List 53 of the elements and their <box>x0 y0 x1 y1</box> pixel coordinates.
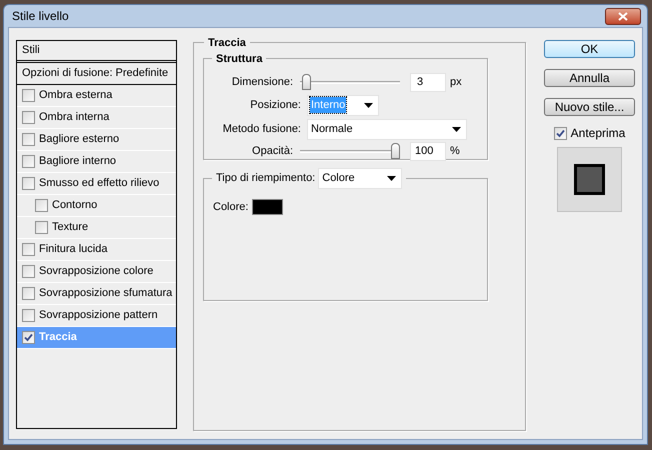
field-label: Opacità: <box>251 144 294 159</box>
field-label: Posizione: <box>249 98 302 113</box>
checkbox[interactable] <box>35 221 48 234</box>
checkbox[interactable] <box>22 243 35 256</box>
list-item[interactable]: Ombra esterna <box>17 85 176 107</box>
close-icon <box>618 12 628 20</box>
list-header: Stili <box>17 41 176 63</box>
list-item[interactable]: Finitura lucida <box>17 239 176 261</box>
caret-icon <box>364 102 373 108</box>
dialog-button[interactable]: Annulla <box>544 69 635 87</box>
opacity-input[interactable]: 100 <box>410 142 446 160</box>
field-label: Tipo di riempimento: <box>216 171 316 186</box>
checkbox-label: Anteprima <box>570 125 626 142</box>
unit-label: px <box>450 74 462 90</box>
checkbox[interactable] <box>22 177 35 190</box>
field-label: Colore: <box>213 200 248 215</box>
list-item[interactable]: Bagliore esterno <box>17 129 176 151</box>
field-label: Dimensione: <box>230 74 294 90</box>
window-title: Stile livello <box>11 8 69 25</box>
checkbox[interactable] <box>22 111 35 124</box>
dialog-button[interactable]: OK <box>544 40 635 58</box>
list-item[interactable]: Smusso ed effetto rilievo <box>17 173 176 195</box>
slider-thumb[interactable] <box>391 143 400 159</box>
slider[interactable] <box>300 74 400 90</box>
list-item[interactable]: Texture <box>17 217 176 239</box>
list-item[interactable]: Ombra interna <box>17 107 176 129</box>
list-item[interactable]: Sovrapposizione colore <box>17 261 176 283</box>
preview-square <box>574 164 605 195</box>
unit-label: % <box>450 144 460 159</box>
checkbox[interactable] <box>22 331 35 344</box>
list-item[interactable]: Sovrapposizione sfumatura <box>17 283 176 305</box>
checkbox[interactable] <box>22 287 35 300</box>
list-item[interactable]: Opzioni di fusione: Predefinite <box>17 63 176 85</box>
checkbox[interactable] <box>554 126 567 140</box>
checkbox[interactable] <box>22 155 35 168</box>
caret-icon <box>387 176 396 181</box>
dropdown[interactable]: Normale <box>307 118 467 140</box>
checkbox[interactable] <box>22 133 35 146</box>
checkbox[interactable] <box>22 89 35 102</box>
color-swatch[interactable] <box>252 199 284 216</box>
checkbox[interactable] <box>22 309 35 322</box>
checkbox[interactable] <box>22 265 35 278</box>
slider-thumb[interactable] <box>302 74 311 90</box>
slider[interactable] <box>300 143 400 159</box>
dialog-button[interactable]: Nuovo stile... <box>544 98 635 116</box>
field-label: Metodo fusione: <box>222 122 302 137</box>
checkbox[interactable] <box>35 199 48 212</box>
size-input[interactable]: 3 <box>410 72 446 92</box>
dropdown[interactable]: Colore <box>318 168 402 189</box>
close-button[interactable] <box>605 8 641 24</box>
list-item[interactable]: Bagliore interno <box>17 151 176 173</box>
list-item[interactable]: Contorno <box>17 195 176 217</box>
caret-icon <box>452 126 461 132</box>
